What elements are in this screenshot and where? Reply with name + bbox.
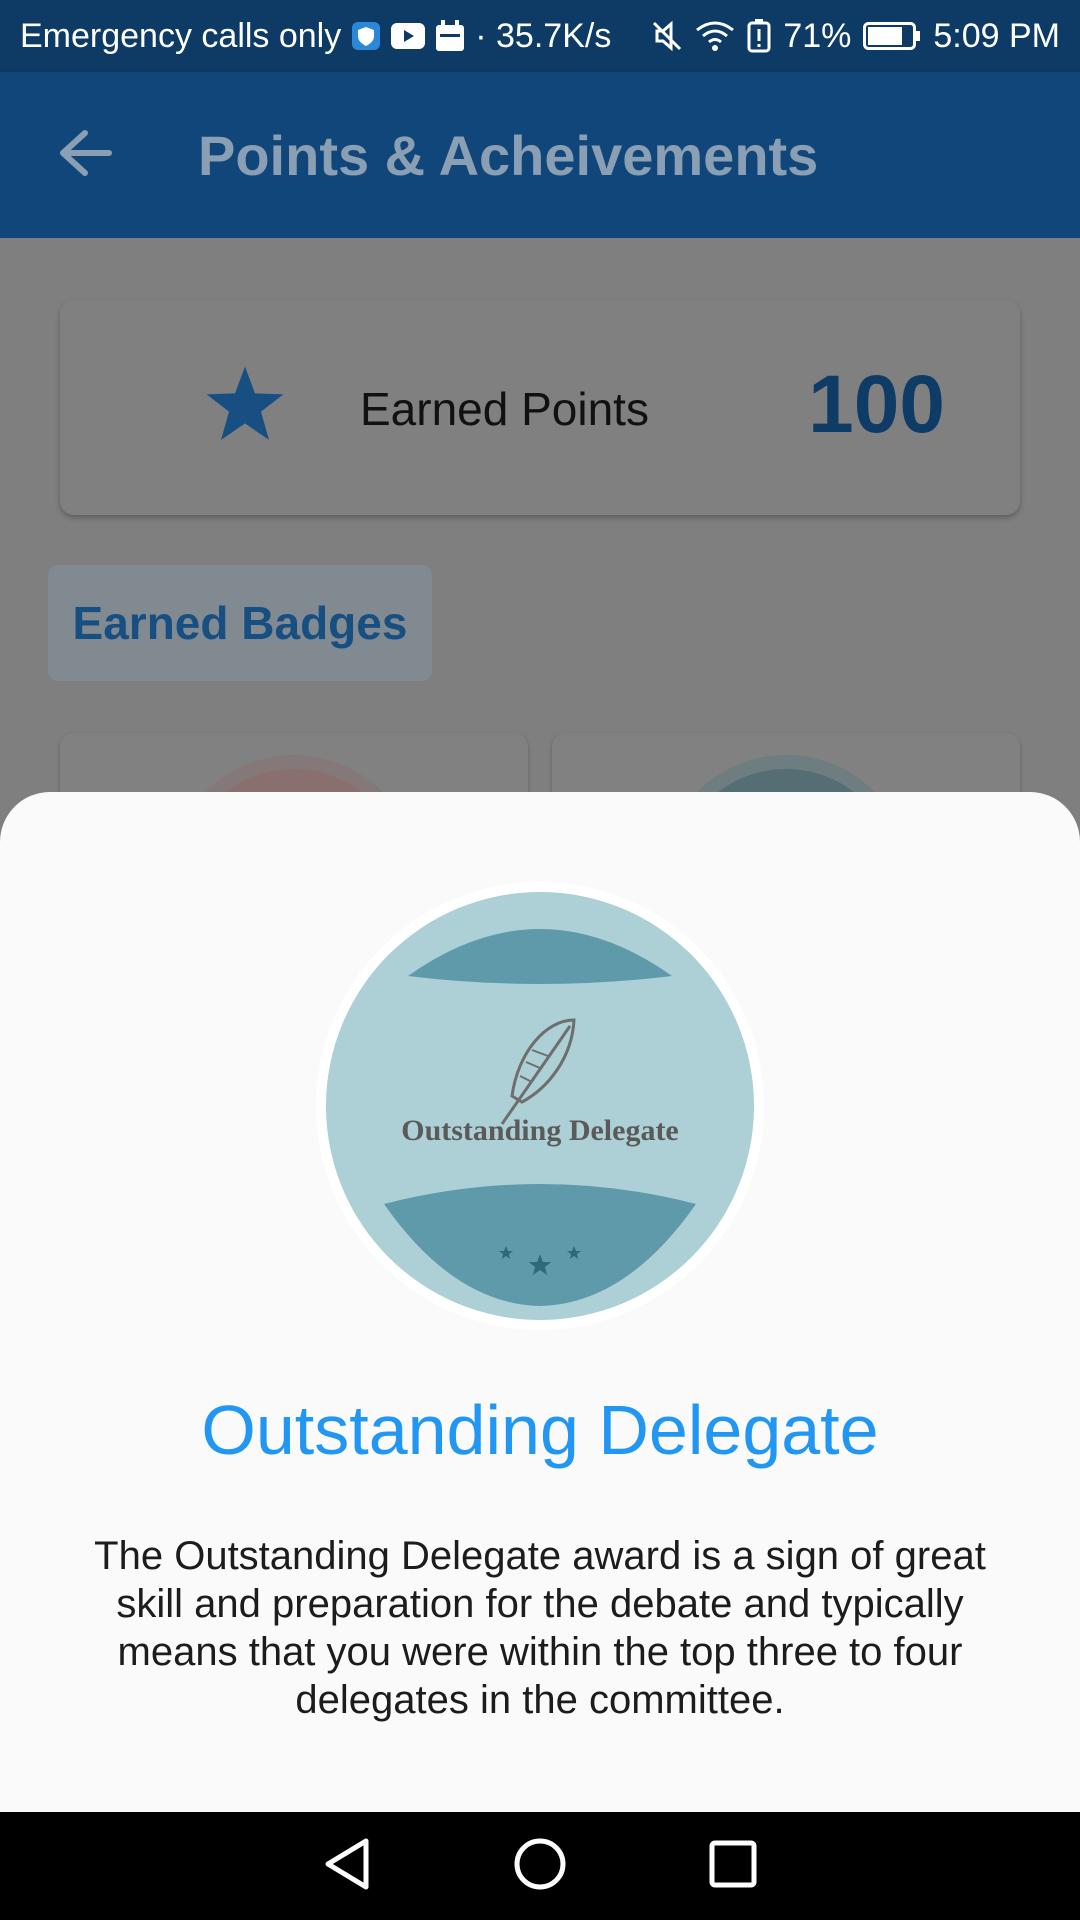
nav-back-button[interactable] — [307, 1826, 387, 1906]
square-recents-icon — [708, 1839, 758, 1894]
battery-alert-icon — [747, 19, 771, 53]
calendar-icon — [435, 20, 465, 52]
points-card: Earned Points 100 — [60, 300, 1020, 515]
youtube-icon — [391, 23, 426, 49]
network-speed: · 35.7K/s — [475, 16, 612, 55]
nav-home-button[interactable] — [500, 1826, 580, 1906]
mute-icon — [651, 20, 683, 52]
back-arrow-icon — [57, 129, 113, 182]
wifi-icon — [695, 20, 735, 52]
badge-text: Outstanding Delegate — [401, 1114, 679, 1147]
badge-image: Outstanding Delegate — [316, 882, 764, 1330]
page-title: Points & Acheivements — [198, 123, 819, 187]
carrier-text: Emergency calls only — [20, 16, 342, 55]
nav-recents-button[interactable] — [693, 1826, 773, 1906]
badge-detail-sheet: Outstanding Delegate Outstanding Delegat… — [0, 792, 1080, 1812]
app-bar: Points & Acheivements — [0, 72, 1080, 238]
triangle-back-icon — [322, 1837, 372, 1896]
earned-points-label: Earned Points — [360, 383, 649, 435]
back-button[interactable] — [20, 72, 150, 238]
badge-description: The Outstanding Delegate award is a sign… — [94, 1534, 986, 1722]
earned-points-value: 100 — [808, 359, 945, 450]
star-icon — [205, 366, 285, 449]
badge-title: Outstanding Delegate — [201, 1391, 879, 1469]
status-bar: Emergency calls only · 35.7K/s 71% 5:09 … — [0, 0, 1080, 72]
clock: 5:09 PM — [933, 16, 1060, 55]
outstanding-delegate-badge: Outstanding Delegate — [326, 892, 754, 1320]
earned-badges-label: Earned Badges — [72, 597, 408, 649]
circle-home-icon — [513, 1837, 567, 1896]
shield-icon — [351, 21, 381, 51]
battery-icon — [863, 22, 921, 50]
navigation-bar — [0, 1812, 1080, 1920]
battery-percent: 71% — [783, 16, 852, 55]
earned-badges-tab[interactable]: Earned Badges — [48, 565, 432, 681]
